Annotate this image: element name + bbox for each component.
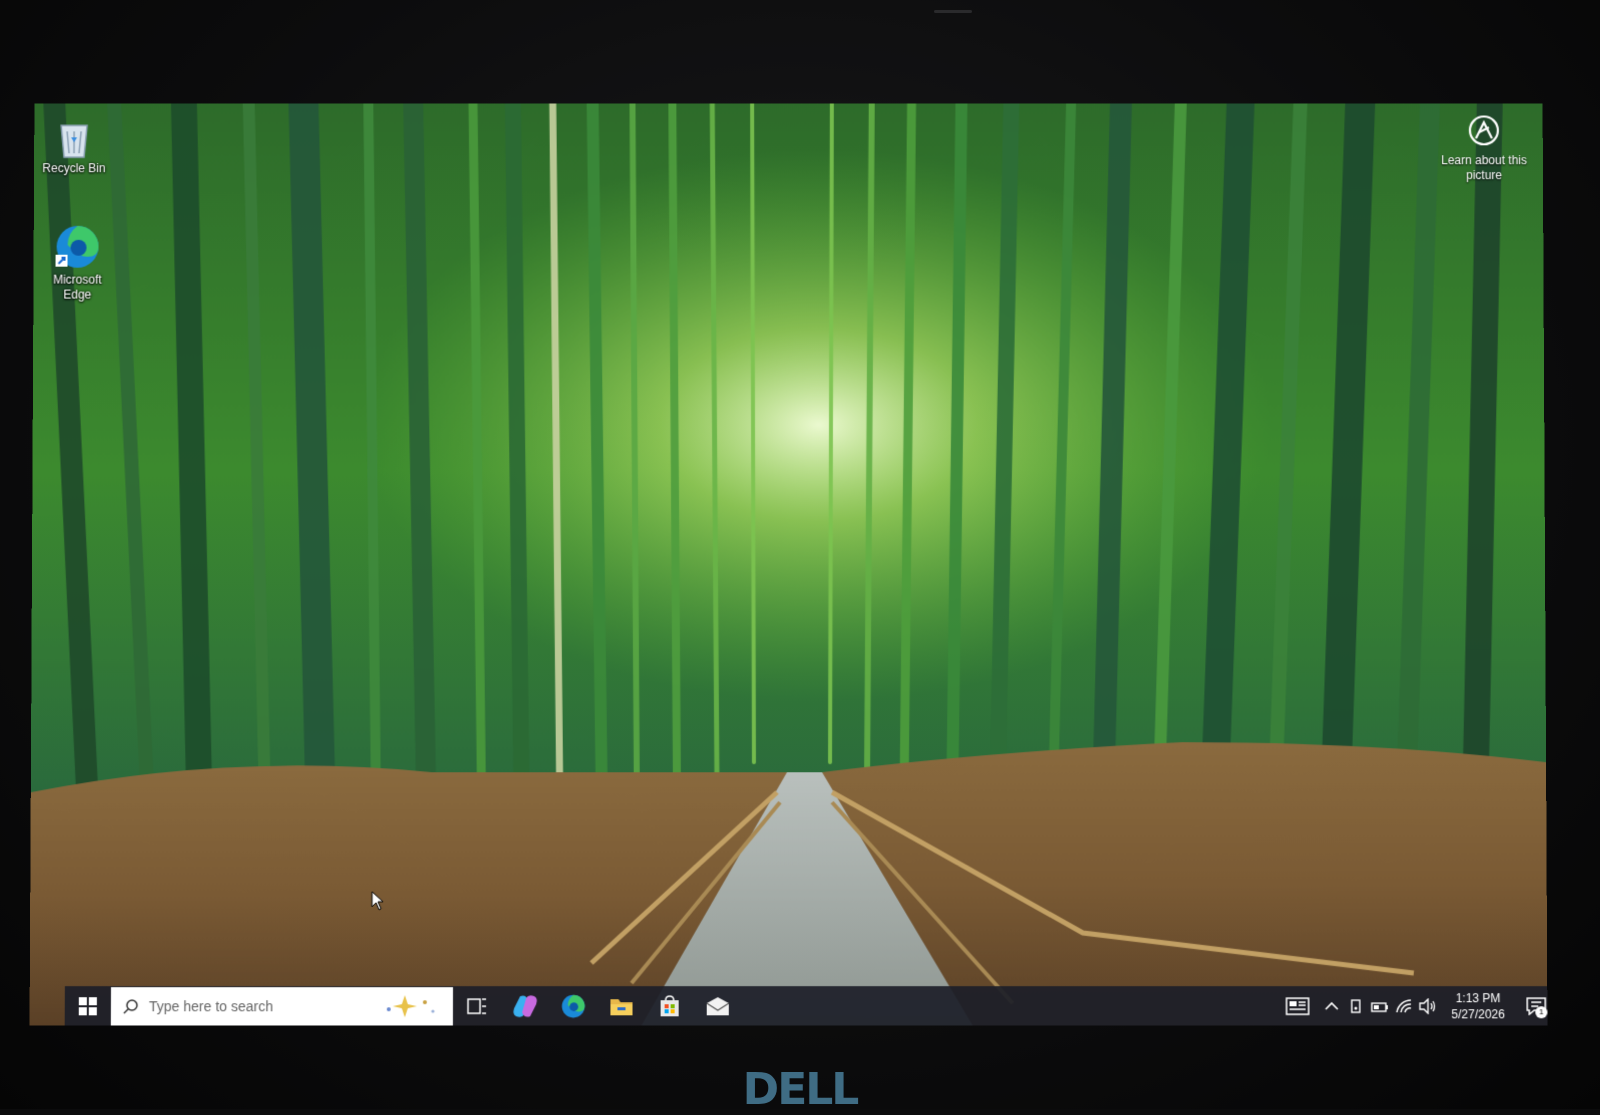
start-button[interactable]	[65, 986, 111, 1025]
search-highlight-sparkle-icon	[386, 995, 435, 1018]
system-tray: 1:13 PM 5/27/2026 1	[1275, 986, 1548, 1025]
news-widget-button[interactable]	[1275, 986, 1319, 1025]
mail-button[interactable]	[694, 986, 742, 1025]
news-icon	[1286, 997, 1310, 1015]
task-view-button[interactable]	[453, 986, 501, 1025]
mouse-cursor-icon	[371, 891, 385, 911]
windows-logo-icon	[78, 997, 97, 1016]
spotlight-icon	[1467, 114, 1501, 148]
edge-taskbar-button[interactable]	[549, 986, 597, 1025]
wifi-icon	[1395, 998, 1413, 1014]
search-icon	[123, 998, 139, 1014]
copilot-button[interactable]	[501, 986, 549, 1025]
desktop-icon-label: Recycle Bin	[42, 161, 106, 176]
desktop-icon-label: Microsoft Edge	[53, 272, 102, 302]
clock-time: 1:13 PM	[1455, 991, 1501, 1006]
store-icon	[660, 995, 679, 1017]
desktop-screen: Recycle Bin Microsoft Edge Learn about t…	[29, 103, 1548, 1026]
chevron-up-icon	[1325, 1001, 1339, 1011]
taskbar: 1:13 PM 5/27/2026 1	[64, 986, 1548, 1026]
battery-icon	[1371, 999, 1389, 1013]
task-view-icon	[467, 997, 487, 1015]
clock-date: 5/27/2026	[1451, 1007, 1505, 1022]
edge-icon	[55, 226, 99, 269]
notification-count-badge: 1	[1535, 1006, 1548, 1019]
mail-icon	[706, 997, 730, 1016]
microsoft-store-button[interactable]	[646, 986, 694, 1025]
spotlight-label: Learn about this picture	[1441, 153, 1527, 183]
speaker-icon	[1419, 998, 1437, 1014]
battery-button[interactable]	[1368, 986, 1392, 1025]
desktop-icon-microsoft-edge[interactable]: Microsoft Edge	[37, 223, 117, 303]
edge-icon	[561, 994, 585, 1018]
notification-center-button[interactable]: 1	[1516, 986, 1548, 1025]
recycle-bin-icon	[60, 125, 89, 159]
desktop-icon-recycle-bin[interactable]: Recycle Bin	[34, 117, 114, 176]
bamboo-forest-wallpaper	[29, 103, 1548, 1026]
search-input[interactable]	[146, 997, 372, 1016]
show-hidden-icons-button[interactable]	[1320, 986, 1344, 1025]
copilot-icon	[513, 995, 537, 1018]
learn-about-picture[interactable]: Learn about this picture	[1439, 114, 1529, 184]
device-tray-button[interactable]	[1344, 986, 1368, 1025]
volume-button[interactable]	[1416, 986, 1440, 1025]
network-button[interactable]	[1392, 986, 1416, 1025]
taskbar-clock[interactable]: 1:13 PM 5/27/2026	[1448, 990, 1508, 1022]
taskbar-search-box[interactable]	[110, 987, 454, 1026]
file-explorer-button[interactable]	[597, 986, 645, 1025]
device-icon	[1348, 998, 1364, 1014]
webcam	[934, 10, 972, 13]
laptop-bezel: Recycle Bin Microsoft Edge Learn about t…	[0, 0, 1600, 1115]
dell-logo: DELL	[742, 1064, 860, 1115]
folder-icon	[610, 999, 633, 1016]
